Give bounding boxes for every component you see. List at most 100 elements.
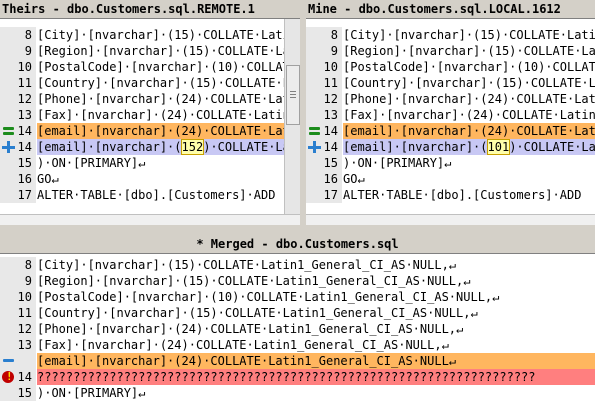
code-line[interactable]: 11 [Country]·[nvarchar]·(15)·COLLATE·Lati… [0, 305, 595, 321]
line-gutter: 14 [306, 123, 342, 139]
line-gutter: 14 [306, 139, 342, 155]
line-gutter: 15 [0, 385, 36, 401]
line-number: 8 [330, 28, 338, 42]
merged-pane: * Merged - dbo.Customers.sql 8 [City]·[nv… [0, 235, 595, 402]
line-number: 12 [17, 322, 32, 336]
code-line[interactable]: 14 [email]·[nvarchar]·(152)·COLLATE·Latin… [0, 139, 300, 155]
line-number: 17 [17, 188, 32, 202]
code-line[interactable]: 10 [PostalCode]·[nvarchar]·(10)·COLLATE·L… [0, 59, 300, 75]
line-number: 12 [17, 92, 32, 106]
line-gutter: 14 [0, 369, 36, 385]
line-gutter: 13 [0, 337, 36, 353]
theirs-scroll-thumb[interactable] [286, 65, 300, 125]
line-number: 10 [323, 60, 338, 74]
theirs-code-view[interactable]: 8 [City]·[nvarchar]·(15)·COLLATE·Latin1_G… [0, 27, 300, 203]
code-line[interactable]: 15 )·ON·[PRIMARY]↵ [0, 385, 595, 401]
code-line[interactable]: 16 GO↵ [306, 171, 595, 187]
line-number: 15 [17, 156, 32, 170]
code-line[interactable]: 10 [PostalCode]·[nvarchar]·(10)·COLLATE·L… [0, 289, 595, 305]
code-line[interactable]: 9 [Region]·[nvarchar]·(15)·COLLATE·Latin1… [0, 273, 595, 289]
code-line[interactable]: 14 [email]·[nvarchar]·(101)·COLLATE·Latin… [306, 139, 595, 155]
code-line[interactable]: 12 [Phone]·[nvarchar]·(24)·COLLATE·Latin1… [306, 91, 595, 107]
line-gutter: 10 [306, 59, 342, 75]
line-number: 14 [323, 140, 338, 154]
line-gutter: 16 [0, 171, 36, 187]
code-line[interactable]: 13 [Fax]·[nvarchar]·(24)·COLLATE·Latin1_G… [306, 107, 595, 123]
line-gutter: 17 [306, 187, 342, 203]
line-gutter: 9 [0, 273, 36, 289]
line-number: 15 [17, 386, 32, 400]
line-number: 14 [17, 370, 32, 384]
merged-code-view[interactable]: 8 [City]·[nvarchar]·(15)·COLLATE·Latin1_G… [0, 257, 595, 401]
line-number: 17 [323, 188, 338, 202]
code-line[interactable]: 9 [Region]·[nvarchar]·(15)·COLLATE·Latin1… [306, 43, 595, 59]
line-number: 10 [17, 290, 32, 304]
code-line[interactable]: 11 [Country]·[nvarchar]·(15)·COLLATE·Lati… [306, 75, 595, 91]
equal-icon[interactable] [308, 125, 322, 137]
line-gutter: 15 [0, 155, 36, 171]
line-text-prefix: [email]·[nvarchar]·( [37, 140, 182, 154]
plus-icon[interactable] [2, 141, 16, 153]
changed-value: 152 [180, 139, 205, 155]
horizontal-splitter[interactable] [0, 225, 595, 235]
equal-icon[interactable] [2, 125, 16, 137]
code-line[interactable]: 15)·ON·[PRIMARY]↵ [306, 155, 595, 171]
theirs-horizontal-scrollbar[interactable] [0, 214, 300, 225]
line-text: [Region]·[nvarchar]·(15)·COLLATE·Latin1_… [37, 44, 300, 58]
code-line[interactable]: 17 ALTER·TABLE·[dbo].[Customers]·ADD [306, 187, 595, 203]
line-gutter: 14 [0, 139, 36, 155]
line-gutter: 11 [0, 305, 36, 321]
code-line[interactable]: 14??????????????????????????????????????… [0, 369, 595, 385]
code-line[interactable]: 8 [City]·[nvarchar]·(15)·COLLATE·Latin1_G… [0, 27, 300, 43]
line-number: 16 [323, 172, 338, 186]
conflict-warning-icon[interactable] [2, 369, 14, 385]
line-gutter: 15 [306, 155, 342, 171]
line-text: [Country]·[nvarchar]·(15)·COLLATE·Latin1… [37, 306, 478, 320]
mine-horizontal-scrollbar[interactable] [306, 214, 595, 225]
code-line[interactable]: 10 [PostalCode]·[nvarchar]·(10)·COLLATE·L… [306, 59, 595, 75]
code-line[interactable]: 14 [email]·[nvarchar]·(24)·COLLATE·Latin1… [0, 123, 300, 139]
line-text-suffix: )·COLLATE·Latin1_General_CI_AS·NULL [509, 140, 595, 154]
code-line[interactable]: 9 [Region]·[nvarchar]·(15)·COLLATE·Latin1… [0, 43, 300, 59]
code-line[interactable]: 13 [Fax]·[nvarchar]·(24)·COLLATE·Latin1_G… [0, 337, 595, 353]
code-line[interactable]: 14 [email]·[nvarchar]·(24)·COLLATE·Latin1… [306, 123, 595, 139]
theirs-vertical-scrollbar[interactable] [284, 19, 300, 215]
line-text: [email]·[nvarchar]·(101)·COLLATE·Latin1_… [343, 139, 595, 155]
theirs-pane: Theirs - dbo.Customers.sql.REMOTE.1 8 [Ci… [0, 0, 300, 225]
line-gutter: 17 [0, 187, 36, 203]
code-line[interactable]: 8 [City]·[nvarchar]·(15)·COLLATE·Latin1_G… [0, 257, 595, 273]
line-number: 8 [24, 28, 32, 42]
line-text: [City]·[nvarchar]·(15)·COLLATE·Latin1_Ge… [37, 258, 457, 272]
line-text: GO↵ [37, 172, 59, 186]
line-text: [Country]·[nvarchar]·(15)·COLLATE·Latin1… [343, 76, 595, 90]
code-line[interactable]: 12 [Phone]·[nvarchar]·(24)·COLLATE·Latin1… [0, 321, 595, 337]
mine-pane-title: Mine - dbo.Customers.sql.LOCAL.1612 [306, 0, 595, 19]
code-line[interactable]: [email]·[nvarchar]·(24)·COLLATE·Latin1_G… [0, 353, 595, 369]
code-line[interactable]: 8 [City]·[nvarchar]·(15)·COLLATE·Latin1_G… [306, 27, 595, 43]
line-gutter [0, 353, 36, 369]
minus-icon[interactable] [2, 355, 16, 367]
line-number: 9 [330, 44, 338, 58]
theirs-pane-title: Theirs - dbo.Customers.sql.REMOTE.1 [0, 0, 300, 19]
line-gutter: 8 [0, 257, 36, 273]
code-line[interactable]: 12 [Phone]·[nvarchar]·(24)·COLLATE·Latin1… [0, 91, 300, 107]
line-gutter: 10 [0, 59, 36, 75]
line-text: ALTER·TABLE·[dbo].[Customers]·ADD [343, 188, 582, 202]
code-line[interactable]: 11 [Country]·[nvarchar]·(15)·COLLATE·Lati… [0, 75, 300, 91]
line-number: 11 [17, 306, 32, 320]
line-text: [Phone]·[nvarchar]·(24)·COLLATE·Latin1_G… [37, 92, 300, 106]
line-number: 16 [17, 172, 32, 186]
mine-code-view[interactable]: 8 [City]·[nvarchar]·(15)·COLLATE·Latin1_G… [306, 27, 595, 203]
merged-pane-title: * Merged - dbo.Customers.sql [0, 235, 595, 254]
line-text: )·ON·[PRIMARY]↵ [37, 386, 146, 400]
plus-icon[interactable] [308, 141, 322, 153]
code-line[interactable]: 16 GO↵ [0, 171, 300, 187]
line-number: 9 [24, 274, 32, 288]
code-line[interactable]: 13 [Fax]·[nvarchar]·(24)·COLLATE·Latin1_G… [0, 107, 300, 123]
changed-value: 101 [486, 139, 511, 155]
line-number: 10 [17, 60, 32, 74]
line-text: [PostalCode]·[nvarchar]·(10)·COLLATE·Lat… [343, 60, 595, 74]
line-number: 14 [323, 124, 338, 138]
code-line[interactable]: 15)·ON·[PRIMARY]↵ [0, 155, 300, 171]
code-line[interactable]: 17 ALTER·TABLE·[dbo].[Customers]·ADD [0, 187, 300, 203]
